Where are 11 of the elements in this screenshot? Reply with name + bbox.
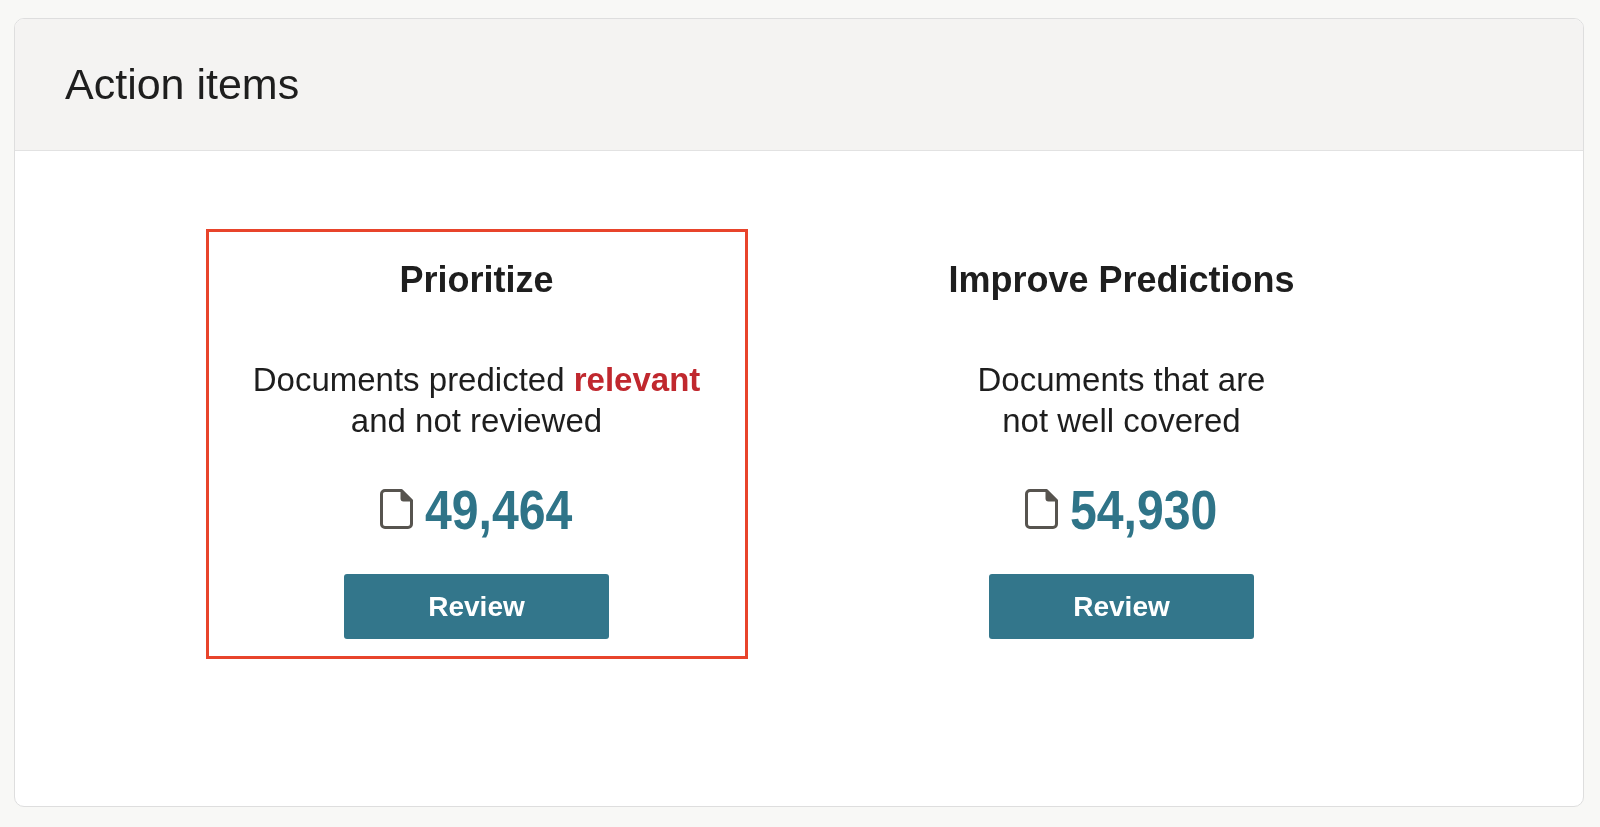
card-description: Documents that are not well covered <box>977 360 1266 441</box>
document-icon <box>380 489 414 529</box>
document-icon <box>1025 489 1059 529</box>
document-count: 49,464 <box>425 483 573 537</box>
review-button[interactable]: Review <box>344 574 609 639</box>
card-title: Improve Predictions <box>948 258 1295 301</box>
document-count: 54,930 <box>1070 483 1218 537</box>
review-button[interactable]: Review <box>989 574 1254 639</box>
panel-title: Action items <box>65 58 300 110</box>
card-title: Prioritize <box>399 258 554 301</box>
card-description: Documents predicted relevant and not reviewed <box>252 360 701 441</box>
